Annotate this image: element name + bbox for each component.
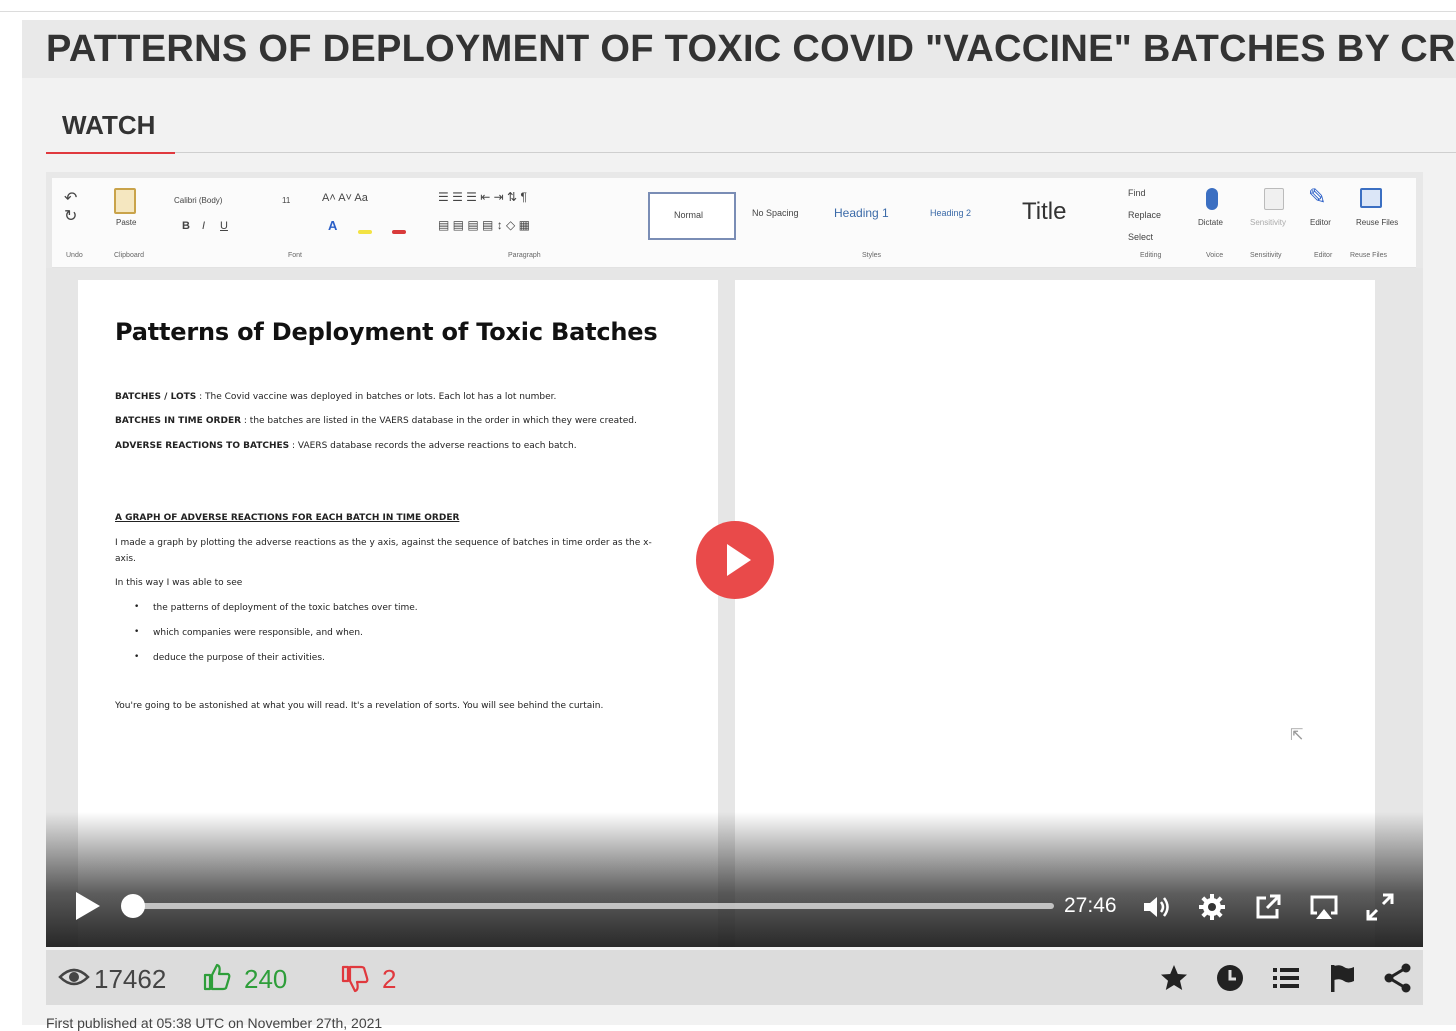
page-title: PATTERNS OF DEPLOYMENT OF TOXIC COVID "V… bbox=[46, 28, 1456, 70]
group-undo: Undo bbox=[66, 252, 83, 259]
big-play-button[interactable] bbox=[696, 521, 774, 599]
replace-button[interactable]: Replace bbox=[1128, 210, 1161, 220]
dislike-count: 2 bbox=[382, 964, 397, 994]
doc-bullet-2: which companies were responsible, and wh… bbox=[153, 628, 363, 638]
play-icon bbox=[727, 544, 751, 576]
bullet-dot-3: • bbox=[134, 652, 140, 662]
doc-line-3: ADVERSE REACTIONS TO BATCHES : VAERS dat… bbox=[115, 441, 577, 451]
style-normal-label: Normal bbox=[674, 210, 704, 220]
play-button[interactable] bbox=[76, 892, 100, 920]
italic-icon: I bbox=[202, 220, 206, 232]
text-effects-icon: A bbox=[328, 218, 338, 233]
bullet-dot-2: • bbox=[134, 627, 140, 637]
eye-icon bbox=[58, 968, 90, 986]
fullscreen-icon[interactable] bbox=[1364, 891, 1396, 923]
progress-knob[interactable] bbox=[121, 894, 145, 918]
progress-track[interactable] bbox=[132, 903, 1054, 909]
doc-line-2-text: : the batches are listed in the VAERS da… bbox=[241, 416, 637, 426]
dictate-label[interactable]: Dictate bbox=[1198, 218, 1223, 227]
reuse-files-icon bbox=[1360, 188, 1382, 208]
top-divider bbox=[0, 11, 1456, 12]
microphone-icon bbox=[1206, 188, 1218, 210]
paste-icon bbox=[114, 188, 136, 214]
group-editing: Editing bbox=[1140, 252, 1162, 259]
title-bar: PATTERNS OF DEPLOYMENT OF TOXIC COVID "V… bbox=[22, 20, 1456, 78]
word-ribbon: ↶ ↻ Paste Calibri (Body) 11 A˄ A˅ Aa B I… bbox=[52, 178, 1416, 268]
thumbs-down-icon[interactable] bbox=[340, 964, 370, 994]
group-paragraph: Paragraph bbox=[508, 252, 541, 259]
doc-line-2: BATCHES IN TIME ORDER : the batches are … bbox=[115, 416, 637, 426]
airplay-icon[interactable] bbox=[1308, 891, 1340, 923]
font-name-box: Calibri (Body) bbox=[174, 196, 223, 205]
doc-section-heading: A GRAPH OF ADVERSE REACTIONS FOR EACH BA… bbox=[115, 513, 460, 523]
like-count: 240 bbox=[244, 964, 288, 994]
doc-para-2: In this way I was able to see bbox=[115, 578, 243, 588]
font-grow-icon: A˄ A˅ Aa bbox=[322, 192, 368, 204]
style-heading-2[interactable]: Heading 2 bbox=[930, 208, 971, 218]
doc-para-1a: I made a graph by plotting the adverse r… bbox=[115, 538, 652, 548]
settings-gear-icon[interactable] bbox=[1196, 891, 1228, 923]
tab-watch[interactable]: WATCH bbox=[46, 104, 176, 154]
style-heading-1[interactable]: Heading 1 bbox=[834, 206, 889, 220]
clock-icon[interactable] bbox=[1214, 962, 1246, 994]
bold-icon: B bbox=[182, 220, 190, 232]
align-icon: ▤ ▤ ▤ ▤ ↕ ◇ ▦ bbox=[438, 218, 530, 232]
editor-label[interactable]: Editor bbox=[1310, 218, 1331, 227]
bullets-icon: ☰ ☰ ☰ ⇤ ⇥ ⇅ ¶ bbox=[438, 190, 527, 204]
mouse-cursor-icon: ⇱ bbox=[1290, 727, 1304, 744]
group-sensitivity: Sensitivity bbox=[1250, 252, 1282, 259]
tab-watch-label: WATCH bbox=[62, 110, 156, 140]
doc-line-1: BATCHES / LOTS : The Covid vaccine was d… bbox=[115, 392, 556, 402]
select-button[interactable]: Select bbox=[1128, 232, 1153, 242]
underline-icon: U bbox=[220, 220, 228, 232]
highlight-icon bbox=[358, 230, 372, 234]
volume-icon[interactable] bbox=[1140, 891, 1172, 923]
published-date: First published at 05:38 UTC on November… bbox=[46, 1015, 383, 1031]
bullet-dot-1: • bbox=[134, 602, 140, 612]
sensitivity-label[interactable]: Sensitivity bbox=[1250, 218, 1286, 227]
doc-line-3-label: ADVERSE REACTIONS TO BATCHES bbox=[115, 441, 290, 451]
doc-line-3-text: : VAERS database records the adverse rea… bbox=[289, 441, 577, 451]
list-icon[interactable] bbox=[1270, 962, 1302, 994]
paste-label: Paste bbox=[116, 218, 137, 227]
document-title: Patterns of Deployment of Toxic Batches bbox=[115, 318, 658, 346]
style-title[interactable]: Title bbox=[1022, 198, 1066, 226]
view-count: 17462 bbox=[94, 964, 167, 994]
doc-line-1-text: : The Covid vaccine was deployed in batc… bbox=[196, 392, 557, 402]
reuse-files-label[interactable]: Reuse Files bbox=[1356, 218, 1398, 227]
doc-closing: You're going to be astonished at what yo… bbox=[115, 701, 604, 711]
star-icon[interactable] bbox=[1158, 962, 1190, 994]
undo-icon: ↶ bbox=[64, 190, 78, 207]
doc-line-1-label: BATCHES / LOTS bbox=[115, 392, 197, 402]
redo-icon: ↻ bbox=[64, 208, 78, 225]
sensitivity-icon bbox=[1264, 188, 1284, 210]
style-normal[interactable]: Normal bbox=[648, 192, 736, 240]
group-styles: Styles bbox=[862, 252, 882, 259]
share-icon[interactable] bbox=[1382, 962, 1414, 994]
group-reuse-files: Reuse Files bbox=[1350, 252, 1387, 259]
doc-bullet-1: the patterns of deployment of the toxic … bbox=[153, 603, 418, 613]
video-stats-bar: 17462 240 2 bbox=[46, 950, 1423, 1005]
doc-para-1b: axis. bbox=[115, 554, 136, 564]
video-player[interactable]: ↶ ↻ Paste Calibri (Body) 11 A˄ A˅ Aa B I… bbox=[46, 172, 1423, 947]
tabs-divider bbox=[46, 152, 1456, 153]
style-no-spacing[interactable]: No Spacing bbox=[752, 208, 799, 218]
group-editor: Editor bbox=[1314, 252, 1333, 259]
duration-time: 27:46 bbox=[1064, 894, 1117, 917]
font-color-icon bbox=[392, 230, 406, 234]
find-button[interactable]: Find bbox=[1128, 188, 1146, 198]
player-controls: 27:46 bbox=[46, 877, 1423, 937]
external-link-icon[interactable] bbox=[1252, 891, 1284, 923]
group-font: Font bbox=[288, 252, 303, 259]
font-size-box: 11 bbox=[282, 196, 291, 205]
flag-icon[interactable] bbox=[1326, 962, 1358, 994]
doc-line-2-label: BATCHES IN TIME ORDER bbox=[115, 416, 242, 426]
group-clipboard: Clipboard bbox=[114, 252, 144, 259]
tab-active-underline bbox=[46, 152, 175, 154]
editor-icon: ✎ bbox=[1308, 184, 1327, 209]
group-voice: Voice bbox=[1206, 252, 1224, 259]
doc-bullet-3: deduce the purpose of their activities. bbox=[153, 653, 325, 663]
thumbs-up-icon[interactable] bbox=[202, 962, 232, 992]
